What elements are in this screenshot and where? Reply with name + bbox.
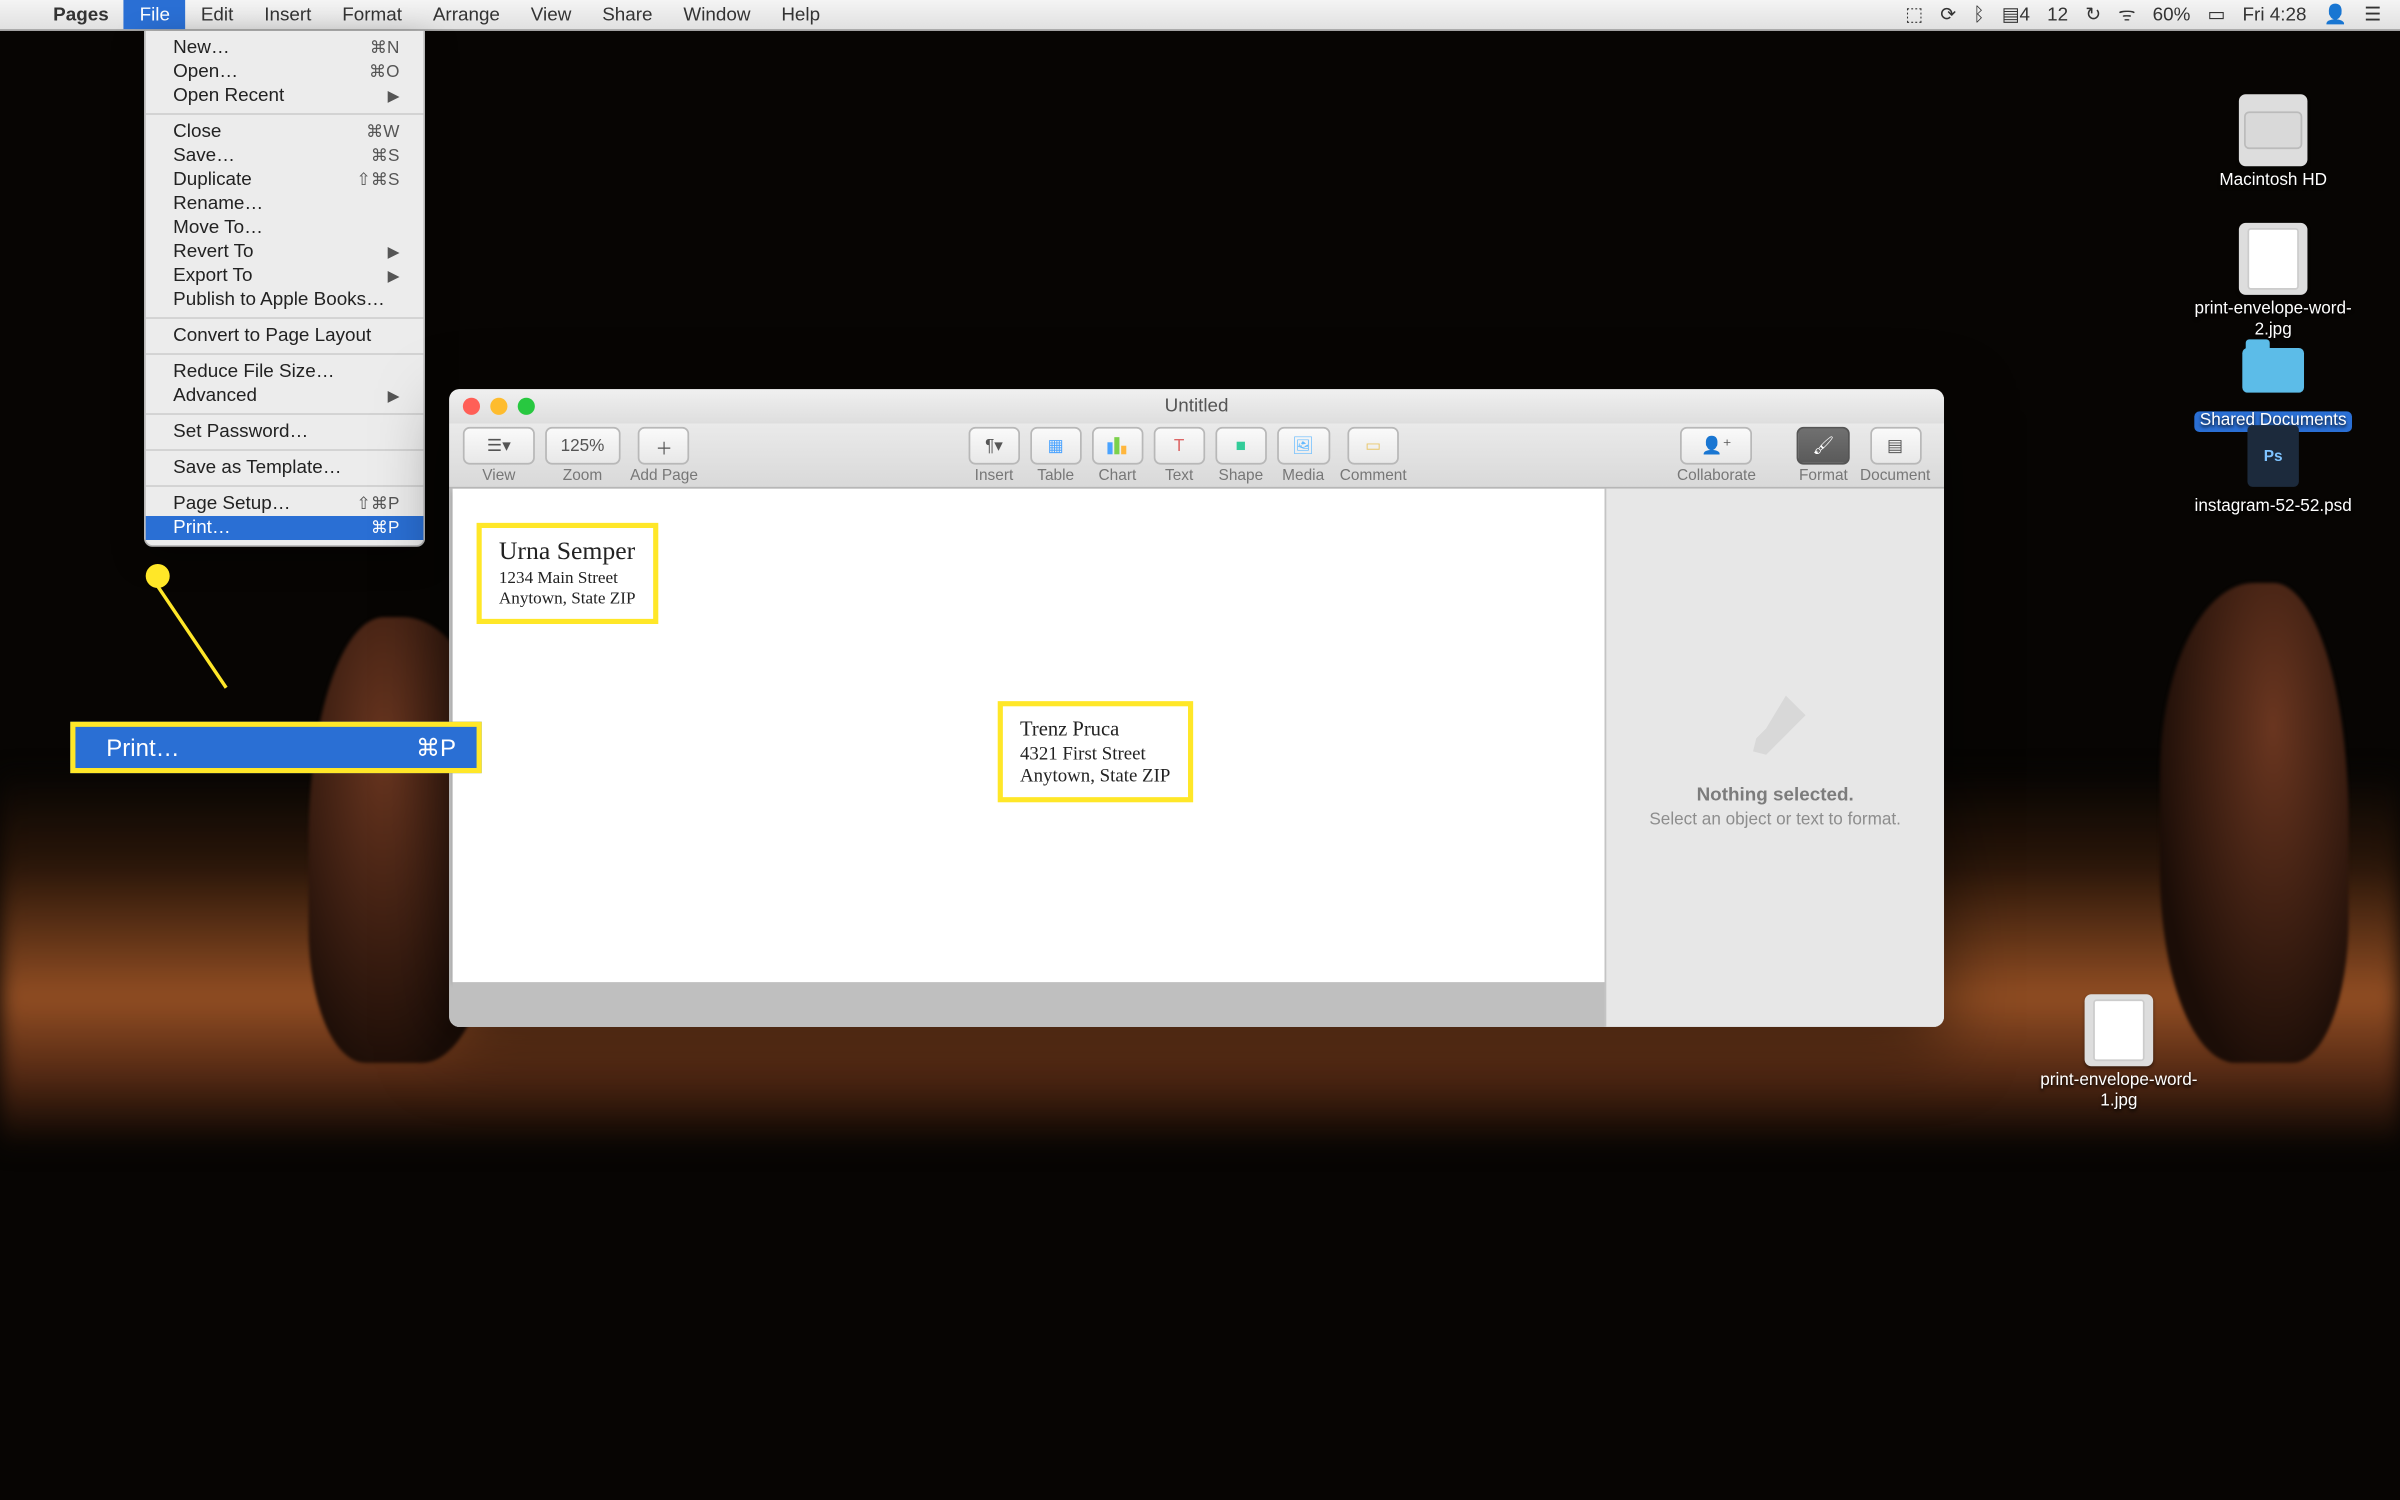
add-page-label: Add Page <box>630 466 698 483</box>
desktop-icon-file[interactable]: print-envelope-word-1.jpg <box>2040 994 2198 1112</box>
return-line1: 1234 Main Street <box>499 569 636 588</box>
zoom-button[interactable]: 125% <box>545 427 620 465</box>
to-line1: 4321 First Street <box>1020 744 1170 765</box>
calendar-icon[interactable]: 12 <box>2039 4 2077 25</box>
jpg-icon <box>2085 994 2154 1066</box>
table-button[interactable]: ▦ <box>1030 427 1081 465</box>
file-menu-item[interactable]: Export To▶ <box>146 264 424 288</box>
maximize-button[interactable] <box>518 398 535 415</box>
callout-print: Print… ⌘P <box>70 722 481 773</box>
menu-extras-icon[interactable]: ☰ <box>2356 3 2390 25</box>
file-menu-item[interactable]: Duplicate⇧⌘S <box>146 168 424 192</box>
app-name[interactable]: Pages <box>38 0 124 29</box>
desktop-icon-psd[interactable]: Ps instagram-52-52.psd <box>2194 420 2352 518</box>
file-menu-item[interactable]: Move To… <box>146 216 424 240</box>
callout-marker <box>146 564 170 588</box>
insert-button[interactable]: ¶▾ <box>968 427 1019 465</box>
text-button[interactable]: T <box>1153 427 1204 465</box>
file-menu-item[interactable]: Open…⌘O <box>146 60 424 84</box>
menu-arrange[interactable]: Arrange <box>417 0 515 29</box>
file-menu-item[interactable]: Publish to Apple Books… <box>146 288 424 312</box>
menu-edit[interactable]: Edit <box>185 0 248 29</box>
user-icon[interactable]: 👤 <box>2315 3 2356 25</box>
comment-button[interactable]: ▭ <box>1347 427 1398 465</box>
menu-help[interactable]: Help <box>766 0 836 29</box>
battery-percent[interactable]: 60% <box>2144 4 2199 25</box>
format-inspector: Nothing selected. Select an object or te… <box>1605 489 1944 1027</box>
jpg-icon <box>2239 223 2308 295</box>
bg-rock <box>2160 583 2349 1063</box>
return-address-box[interactable]: Urna Semper 1234 Main Street Anytown, St… <box>477 523 658 624</box>
folder-icon <box>2239 334 2308 406</box>
to-line2: Anytown, State ZIP <box>1020 766 1170 787</box>
bluetooth-icon[interactable]: ᛒ <box>1965 4 1993 25</box>
desktop-icon-hd[interactable]: Macintosh HD <box>2194 94 2352 192</box>
document-canvas[interactable]: Urna Semper 1234 Main Street Anytown, St… <box>449 489 1604 1027</box>
shape-button[interactable]: ■ <box>1215 427 1266 465</box>
envelope-page[interactable]: Urna Semper 1234 Main Street Anytown, St… <box>453 489 1605 983</box>
inspector-msg1: Nothing selected. <box>1697 785 1854 806</box>
page-gap <box>453 982 1605 1027</box>
format-button[interactable]: 🖌 <box>1797 427 1850 465</box>
file-menu-item[interactable]: Save…⌘S <box>146 144 424 168</box>
media-button[interactable]: 🖼 <box>1277 427 1330 465</box>
file-menu-item[interactable]: Revert To▶ <box>146 240 424 264</box>
to-address-box[interactable]: Trenz Pruca 4321 First Street Anytown, S… <box>998 701 1193 802</box>
return-line2: Anytown, State ZIP <box>499 590 636 609</box>
desktop-icon-folder[interactable]: Shared Documents <box>2194 334 2352 432</box>
pages-window: Untitled ☰▾View 125%Zoom ＋Add Page ¶▾Ins… <box>449 389 1944 1027</box>
inspector-msg2: Select an object or text to format. <box>1649 811 1901 830</box>
dropbox-icon[interactable]: ⬚ <box>1897 3 1932 25</box>
window-controls <box>463 398 535 415</box>
callout-label: Print… <box>106 734 179 761</box>
menubar: Pages File Edit Insert Format Arrange Vi… <box>0 0 2400 31</box>
clock[interactable]: Fri 4:28 <box>2234 4 2315 25</box>
menu-share[interactable]: Share <box>587 0 668 29</box>
collaborate-button[interactable]: 👤⁺ <box>1680 427 1752 465</box>
window-title: Untitled <box>1165 396 1229 417</box>
chart-button[interactable] <box>1092 427 1143 465</box>
menu-format[interactable]: Format <box>327 0 418 29</box>
close-button[interactable] <box>463 398 480 415</box>
menu-view[interactable]: View <box>515 0 586 29</box>
file-menu-item[interactable]: Reduce File Size… <box>146 353 424 384</box>
wifi-icon[interactable]: ᯤ <box>2110 2 2144 28</box>
file-menu-item[interactable]: Close⌘W <box>146 113 424 144</box>
file-menu-item[interactable]: Set Password… <box>146 413 424 444</box>
toolbar: ☰▾View 125%Zoom ＋Add Page ¶▾Insert ▦Tabl… <box>449 423 1944 488</box>
file-menu-dropdown: New…⌘NOpen…⌘OOpen Recent▶ Close⌘WSave…⌘SD… <box>144 31 425 547</box>
tile-icon[interactable]: ▤4 <box>1993 3 2038 25</box>
file-menu-item[interactable]: Advanced▶ <box>146 384 424 408</box>
file-menu-item[interactable]: Save as Template… <box>146 449 424 480</box>
menu-insert[interactable]: Insert <box>249 0 327 29</box>
hd-icon <box>2239 94 2308 166</box>
desktop-icon-file[interactable]: print-envelope-word-2.jpg <box>2194 223 2352 341</box>
add-page-button[interactable]: ＋ <box>638 427 689 465</box>
to-name: Trenz Pruca <box>1020 717 1170 743</box>
minimize-button[interactable] <box>490 398 507 415</box>
document-button[interactable]: ▤ <box>1869 427 1920 465</box>
file-menu-item[interactable]: Rename… <box>146 192 424 216</box>
file-menu-item[interactable]: New…⌘N <box>146 36 424 60</box>
view-button[interactable]: ☰▾ <box>463 427 535 465</box>
file-menu-item[interactable]: Convert to Page Layout <box>146 317 424 348</box>
psd-icon: Ps <box>2239 420 2308 492</box>
timemachine-icon[interactable]: ↻ <box>2077 3 2110 25</box>
zoom-label: Zoom <box>563 466 602 483</box>
sync-icon[interactable]: ⟳ <box>1932 3 1965 25</box>
file-menu-item[interactable]: Page Setup…⇧⌘P <box>146 485 424 516</box>
menu-file[interactable]: File <box>124 0 185 29</box>
menu-window[interactable]: Window <box>668 0 766 29</box>
return-name: Urna Semper <box>499 538 636 567</box>
view-label: View <box>482 466 515 483</box>
brush-icon <box>1736 686 1815 765</box>
file-menu-item[interactable]: Print…⌘P <box>146 516 424 540</box>
titlebar[interactable]: Untitled <box>449 389 1944 423</box>
file-menu-item[interactable]: Open Recent▶ <box>146 84 424 108</box>
battery-icon[interactable]: ▭ <box>2199 3 2234 25</box>
callout-shortcut: ⌘P <box>416 733 456 762</box>
